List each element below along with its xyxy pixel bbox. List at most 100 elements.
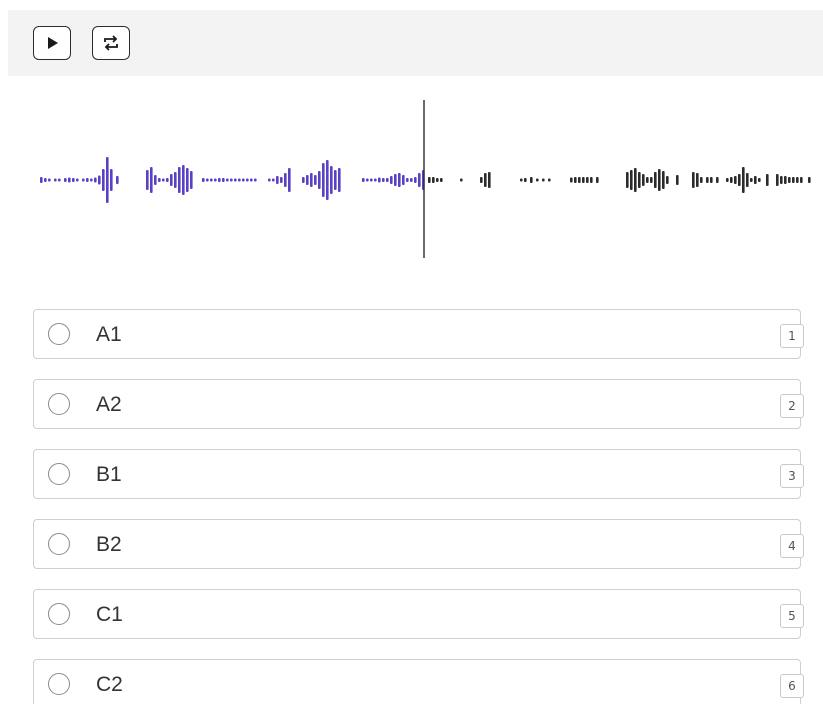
option-a1[interactable]: A1 1 xyxy=(33,309,804,359)
waveform-bar xyxy=(330,166,333,194)
waveform-bar xyxy=(792,177,795,183)
play-icon xyxy=(45,36,59,50)
hotkey-badge: 3 xyxy=(780,464,804,488)
waveform-bar xyxy=(480,177,483,183)
waveform-bar xyxy=(716,177,719,183)
waveform-bar xyxy=(102,169,105,191)
waveform-bar xyxy=(390,176,393,184)
waveform-bar xyxy=(90,178,93,182)
waveform-bar xyxy=(784,176,787,184)
waveform-bar xyxy=(734,176,737,184)
waveform-bar xyxy=(776,174,779,186)
waveform-bar xyxy=(578,177,581,183)
waveform-bar xyxy=(374,178,377,182)
option-label: C1 xyxy=(96,603,123,626)
option-c1[interactable]: C1 5 xyxy=(33,589,804,639)
waveform-bar xyxy=(754,176,757,184)
hotkey-badge: 2 xyxy=(780,394,804,418)
waveform-bar xyxy=(378,177,381,183)
option-label: B1 xyxy=(96,463,122,486)
waveform-bar xyxy=(710,177,713,183)
waveform-bar xyxy=(548,178,551,182)
radio-button[interactable] xyxy=(48,393,70,415)
waveform-bar xyxy=(334,170,337,190)
waveform-bar xyxy=(146,170,149,190)
waveform-bar xyxy=(170,174,173,186)
waveform-bar xyxy=(254,178,257,182)
waveform-bar xyxy=(68,177,71,183)
waveform-bar xyxy=(436,178,439,182)
waveform-bar xyxy=(692,172,695,188)
radio-button[interactable] xyxy=(48,603,70,625)
waveform-bar xyxy=(182,165,185,195)
waveform-bar xyxy=(64,178,67,182)
waveform-bar xyxy=(542,178,545,182)
waveform-bar xyxy=(750,178,753,182)
waveform-bar xyxy=(808,177,811,183)
option-label: A2 xyxy=(96,393,122,416)
waveform-bar xyxy=(86,178,89,182)
waveform-bar xyxy=(280,177,283,183)
radio-button[interactable] xyxy=(48,533,70,555)
waveform-bar xyxy=(190,171,193,189)
waveform-bar xyxy=(238,178,241,182)
waveform-bar xyxy=(326,160,329,200)
waveform-bar xyxy=(766,174,769,186)
play-button[interactable] xyxy=(33,26,71,60)
waveform-bar xyxy=(202,178,205,182)
waveform-bar xyxy=(706,177,709,183)
radio-button[interactable] xyxy=(48,323,70,345)
waveform-bar xyxy=(780,176,783,184)
hotkey-badge: 6 xyxy=(780,674,804,698)
waveform-bar xyxy=(738,174,741,186)
waveform-bar xyxy=(524,178,527,182)
option-b2[interactable]: B2 4 xyxy=(33,519,804,569)
waveform-bar xyxy=(58,178,61,182)
waveform-bar xyxy=(630,170,633,190)
waveform-bar xyxy=(536,178,539,182)
hotkey-badge: 4 xyxy=(780,534,804,558)
radio-button[interactable] xyxy=(48,673,70,695)
waveform-bar xyxy=(382,178,385,182)
waveform-bar xyxy=(302,177,305,183)
waveform-bar xyxy=(574,177,577,183)
waveform-bar xyxy=(582,177,585,183)
radio-button[interactable] xyxy=(48,463,70,485)
waveform-bar xyxy=(276,176,279,184)
waveform-bar xyxy=(48,178,51,182)
waveform-bar xyxy=(310,173,313,187)
waveform-bar xyxy=(54,178,57,182)
waveform-bar xyxy=(288,168,291,192)
option-c2[interactable]: C2 6 xyxy=(33,659,804,704)
waveform-bar xyxy=(154,175,157,185)
waveform-bar xyxy=(570,177,573,183)
waveform-bar xyxy=(362,178,365,182)
loop-button[interactable] xyxy=(92,26,130,60)
waveform-bar xyxy=(166,178,169,182)
waveform-bar xyxy=(402,175,405,185)
waveform-bar xyxy=(642,174,645,186)
waveform-bar xyxy=(214,178,217,182)
waveform-bar xyxy=(234,178,237,182)
waveform-bar xyxy=(800,177,803,183)
waveform-bar xyxy=(210,178,213,182)
option-b1[interactable]: B1 3 xyxy=(33,449,804,499)
waveform-bar xyxy=(150,167,153,193)
waveform-bar xyxy=(158,178,161,182)
waveform-bar xyxy=(206,178,209,182)
waveform-bar xyxy=(226,178,229,182)
waveform-bar xyxy=(284,173,287,187)
waveform-bar xyxy=(406,178,409,182)
waveform-bar xyxy=(758,178,761,182)
waveform-bar xyxy=(306,175,309,185)
waveform-bar xyxy=(590,177,593,183)
option-a2[interactable]: A2 2 xyxy=(33,379,804,429)
waveform-bar xyxy=(410,178,413,182)
waveform-bar xyxy=(366,178,369,182)
waveform-bar xyxy=(82,178,85,182)
waveform-bar xyxy=(76,178,79,182)
waveform-bar xyxy=(44,178,47,182)
waveform-bar xyxy=(178,167,181,193)
waveform-bar xyxy=(414,177,417,183)
audio-waveform[interactable] xyxy=(36,100,816,260)
